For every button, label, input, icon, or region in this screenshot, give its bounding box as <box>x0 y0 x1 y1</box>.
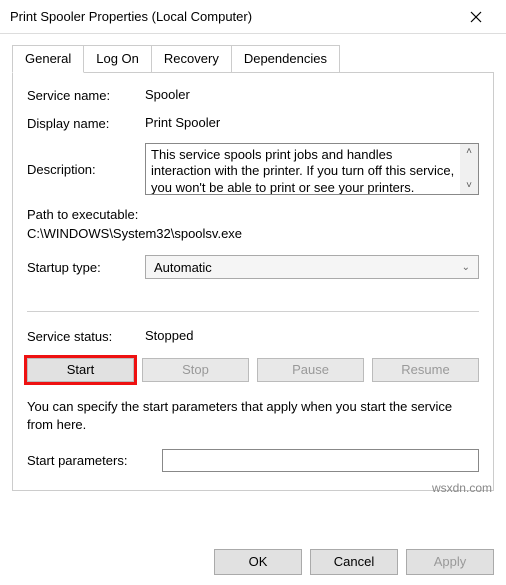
startup-type-value: Automatic <box>154 260 212 275</box>
service-status-label: Service status: <box>27 328 145 344</box>
stop-button: Stop <box>142 358 249 382</box>
description-label: Description: <box>27 161 145 177</box>
path-label: Path to executable: <box>27 207 479 222</box>
titlebar: Print Spooler Properties (Local Computer… <box>0 0 506 34</box>
chevron-down-icon: ⌄ <box>462 262 470 273</box>
service-name-value: Spooler <box>145 87 479 102</box>
window-title: Print Spooler Properties (Local Computer… <box>10 9 456 24</box>
pause-button: Pause <box>257 358 364 382</box>
dialog-footer: OK Cancel Apply <box>214 549 494 575</box>
startup-type-select[interactable]: Automatic ⌄ <box>145 255 479 279</box>
close-icon <box>470 11 482 23</box>
resume-button: Resume <box>372 358 479 382</box>
description-box: This service spools print jobs and handl… <box>145 143 479 195</box>
service-status-value: Stopped <box>145 328 193 344</box>
path-value: C:\WINDOWS\System32\spoolsv.exe <box>27 226 479 241</box>
start-button[interactable]: Start <box>27 358 134 382</box>
tab-general[interactable]: General <box>12 45 84 73</box>
tab-recovery[interactable]: Recovery <box>151 45 232 72</box>
scroll-down-icon[interactable]: ˅ <box>466 178 472 194</box>
close-button[interactable] <box>456 0 496 34</box>
tab-logon[interactable]: Log On <box>83 45 152 72</box>
startup-type-label: Startup type: <box>27 259 145 275</box>
tab-dependencies[interactable]: Dependencies <box>231 45 340 72</box>
service-name-label: Service name: <box>27 87 145 103</box>
scroll-up-icon[interactable]: ˄ <box>466 144 472 160</box>
cancel-button[interactable]: Cancel <box>310 549 398 575</box>
tab-strip: General Log On Recovery Dependencies <box>0 34 506 72</box>
ok-button[interactable]: OK <box>214 549 302 575</box>
description-scrollbar[interactable]: ˄ ˅ <box>460 144 478 194</box>
general-panel: Service name: Spooler Display name: Prin… <box>12 72 494 491</box>
divider <box>27 311 479 312</box>
start-params-input[interactable] <box>162 449 479 472</box>
description-text[interactable]: This service spools print jobs and handl… <box>146 144 460 194</box>
display-name-label: Display name: <box>27 115 145 131</box>
start-params-hint: You can specify the start parameters tha… <box>27 398 479 433</box>
watermark: wsxdn.com <box>432 481 492 495</box>
display-name-value: Print Spooler <box>145 115 479 130</box>
apply-button: Apply <box>406 549 494 575</box>
start-params-label: Start parameters: <box>27 453 162 468</box>
